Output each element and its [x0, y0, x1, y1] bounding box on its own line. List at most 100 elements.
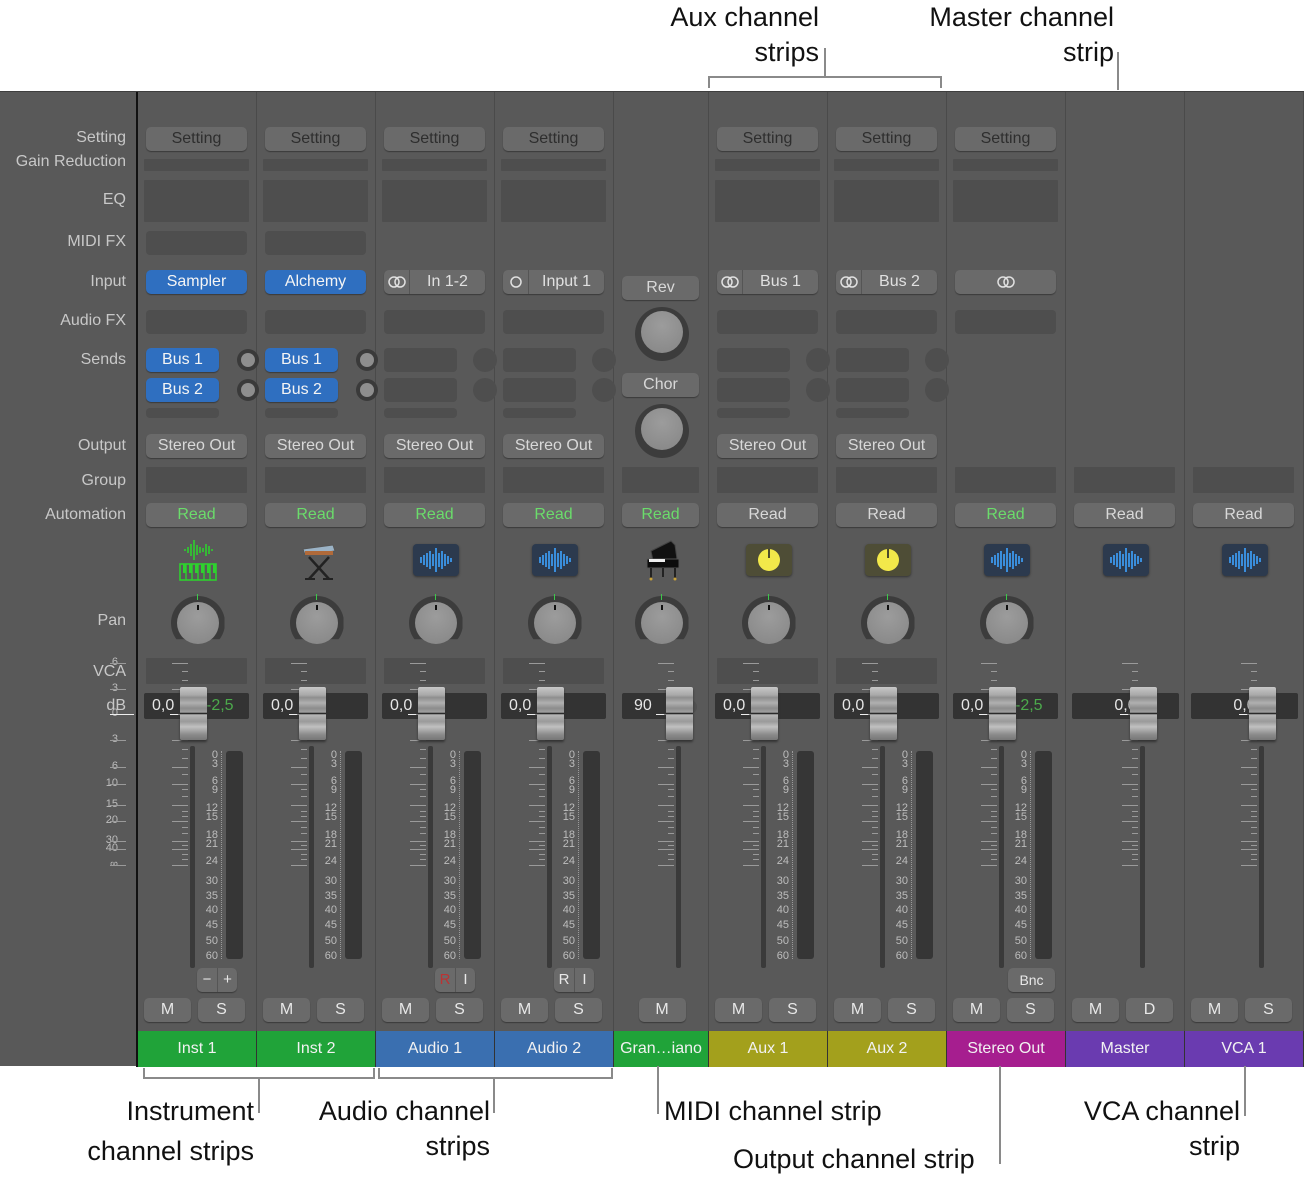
output-button[interactable]: Stereo Out: [503, 434, 604, 458]
empty-send-slot[interactable]: [836, 408, 909, 418]
group-slot[interactable]: [717, 467, 818, 493]
stereo-format-icon[interactable]: [717, 270, 743, 294]
midi-fx-slot[interactable]: [146, 231, 247, 255]
mute-button[interactable]: M: [715, 998, 762, 1022]
setting-button[interactable]: Setting: [384, 127, 485, 151]
automation-mode-button[interactable]: Read: [1074, 503, 1175, 527]
eq-display[interactable]: [834, 180, 939, 222]
track-name[interactable]: Aux 2: [828, 1031, 947, 1067]
group-slot[interactable]: [384, 467, 485, 493]
empty-send-slot[interactable]: [717, 378, 790, 402]
automation-mode-button[interactable]: Read: [622, 503, 699, 527]
automation-mode-button[interactable]: Read: [384, 503, 485, 527]
audio-waveform-icon[interactable]: [1102, 544, 1149, 576]
empty-send-slot[interactable]: [836, 378, 909, 402]
add-button[interactable]: +: [217, 968, 237, 992]
input-monitoring-button[interactable]: I: [574, 968, 594, 992]
mute-button[interactable]: M: [638, 998, 686, 1022]
send-slot[interactable]: Bus 1: [146, 348, 219, 372]
aux-knob-icon[interactable]: [864, 544, 911, 576]
vca-slot[interactable]: [503, 658, 604, 684]
audio-fx-slot[interactable]: [955, 310, 1056, 334]
volume-fader[interactable]: [537, 687, 564, 740]
track-name[interactable]: Audio 1: [376, 1031, 495, 1067]
automation-mode-button[interactable]: Read: [146, 503, 247, 527]
audio-fx-slot[interactable]: [503, 310, 604, 334]
mute-button[interactable]: M: [382, 998, 429, 1022]
automation-mode-button[interactable]: Read: [503, 503, 604, 527]
output-button[interactable]: Stereo Out: [836, 434, 937, 458]
output-button[interactable]: Stereo Out: [717, 434, 818, 458]
output-button[interactable]: Stereo Out: [384, 434, 485, 458]
midi-volume-value[interactable]: 90: [622, 693, 672, 719]
bounce-button[interactable]: Bnc: [1008, 968, 1055, 992]
send-level-knob[interactable]: [356, 349, 378, 371]
track-name[interactable]: Aux 1: [709, 1031, 828, 1067]
record-enable-button[interactable]: R: [435, 968, 455, 992]
setting-button[interactable]: Setting: [717, 127, 818, 151]
automation-mode-button[interactable]: Read: [717, 503, 818, 527]
midi-control-knob[interactable]: [640, 311, 683, 353]
input-selector[interactable]: Bus 1: [717, 270, 818, 294]
automation-mode-button[interactable]: Read: [955, 503, 1056, 527]
mute-button[interactable]: M: [834, 998, 881, 1022]
midi-fx-slot[interactable]: [265, 231, 366, 255]
audio-waveform-icon[interactable]: [983, 544, 1030, 576]
group-slot[interactable]: [1074, 467, 1175, 493]
audio-waveform-icon[interactable]: [1221, 544, 1268, 576]
input-slot-alchemy[interactable]: Alchemy: [265, 270, 366, 294]
track-name[interactable]: Inst 1: [138, 1031, 257, 1067]
stereo-format-icon[interactable]: [836, 270, 862, 294]
volume-fader[interactable]: [751, 687, 778, 740]
instrument-waveform-keyboard-icon[interactable]: [177, 537, 219, 583]
empty-send-slot[interactable]: [503, 408, 576, 418]
midi-control-chor-button[interactable]: Chor: [622, 373, 699, 397]
solo-button[interactable]: S: [769, 998, 816, 1022]
automation-mode-button[interactable]: Read: [836, 503, 937, 527]
mute-button[interactable]: M: [144, 998, 191, 1022]
send-slot[interactable]: Bus 1: [265, 348, 338, 372]
audio-waveform-icon[interactable]: [412, 544, 459, 576]
vca-slot[interactable]: [717, 658, 818, 684]
empty-send-slot[interactable]: [384, 408, 457, 418]
automation-mode-button[interactable]: Read: [265, 503, 366, 527]
setting-button[interactable]: Setting: [265, 127, 366, 151]
volume-fader[interactable]: [418, 687, 445, 740]
setting-button[interactable]: Setting: [146, 127, 247, 151]
vca-slot[interactable]: [146, 658, 247, 684]
eq-display[interactable]: [501, 180, 606, 222]
audio-fx-slot[interactable]: [717, 310, 818, 334]
eq-display[interactable]: [263, 180, 368, 222]
keyboard-stand-icon[interactable]: [295, 539, 339, 583]
input-slot-sampler[interactable]: Sampler: [146, 270, 247, 294]
audio-fx-slot[interactable]: [384, 310, 485, 334]
record-enable-button[interactable]: R: [554, 968, 574, 992]
send-level-knob[interactable]: [356, 379, 378, 401]
midi-control-knob[interactable]: [640, 408, 683, 450]
audio-fx-slot[interactable]: [265, 310, 366, 334]
volume-value[interactable]: 0,0: [1191, 693, 1298, 719]
send-level-knob[interactable]: [237, 379, 259, 401]
track-name[interactable]: Inst 2: [257, 1031, 376, 1067]
automation-mode-button[interactable]: Read: [1193, 503, 1294, 527]
mute-button[interactable]: M: [1072, 998, 1119, 1022]
stereo-format-icon[interactable]: [955, 270, 1056, 294]
aux-knob-icon[interactable]: [745, 544, 792, 576]
mono-format-icon[interactable]: [503, 270, 529, 294]
mute-button[interactable]: M: [263, 998, 310, 1022]
send-slot[interactable]: Bus 2: [265, 378, 338, 402]
volume-value[interactable]: 0,0: [1072, 693, 1179, 719]
volume-fader[interactable]: [299, 687, 326, 740]
group-slot[interactable]: [503, 467, 604, 493]
empty-send-slot[interactable]: [265, 408, 338, 418]
input-selector[interactable]: In 1-2: [384, 270, 485, 294]
empty-send-slot[interactable]: [717, 408, 790, 418]
solo-button[interactable]: S: [317, 998, 364, 1022]
send-slot[interactable]: Bus 2: [146, 378, 219, 402]
empty-send-slot[interactable]: [384, 348, 457, 372]
setting-button[interactable]: Setting: [836, 127, 937, 151]
audio-fx-slot[interactable]: [146, 310, 247, 334]
volume-fader[interactable]: [870, 687, 897, 740]
solo-button[interactable]: S: [1007, 998, 1054, 1022]
input-selector[interactable]: Bus 2: [836, 270, 937, 294]
